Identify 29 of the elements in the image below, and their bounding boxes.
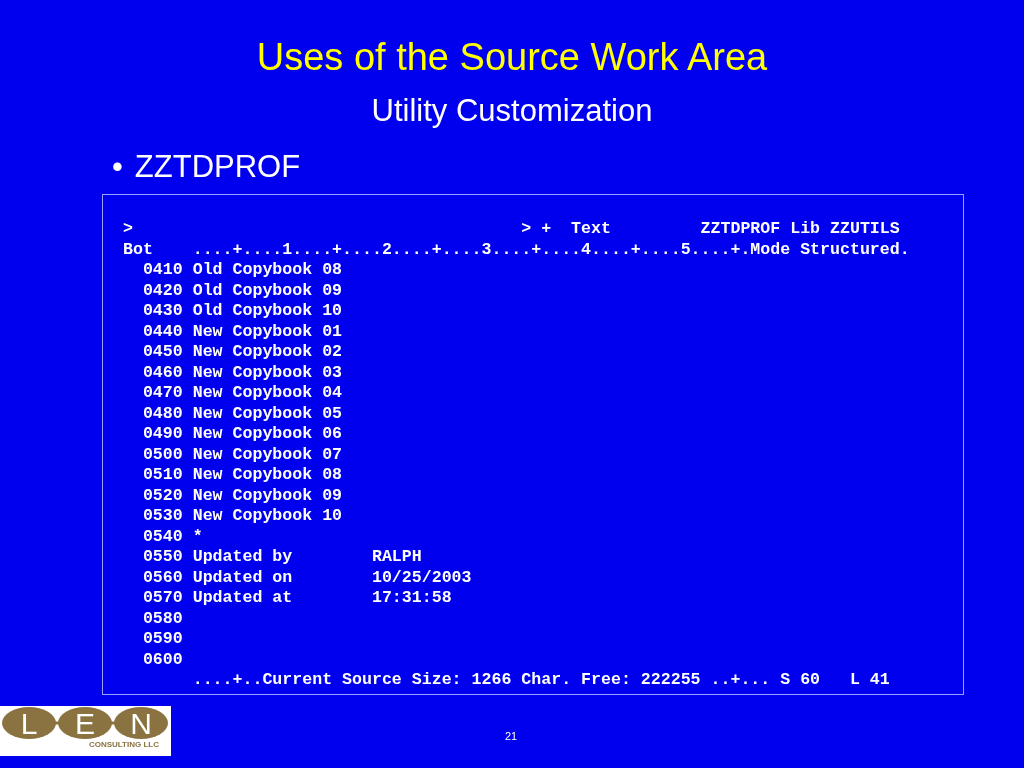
terminal-line: 0560 Updated on 10/25/2003 — [141, 567, 473, 588]
bullet-marker: • — [112, 148, 123, 186]
company-logo: L E N CONSULTING LLC — [0, 706, 171, 756]
terminal-line: 0580 — [141, 608, 184, 629]
terminal-line: 0460 New Copybook 03 — [141, 362, 344, 383]
terminal-line: 0570 Updated at 17:31:58 — [141, 588, 453, 609]
slide-title: Uses of the Source Work Area — [255, 35, 769, 80]
terminal-line: ....+..Current Source Size: 1266 Char. Free: 222255 ..+... S 60 L 41 — [191, 670, 891, 691]
terminal-line: 0510 New Copybook 08 — [141, 465, 344, 486]
terminal-line: 0540 * — [141, 526, 204, 547]
terminal-line: 0590 — [141, 629, 184, 650]
slide-subtitle: Utility Customization — [370, 92, 654, 130]
bullet-text: ZZTDPROF — [134, 148, 301, 186]
terminal-line: Bot ....+....1....+....2....+....3....+....4....+....5....+.Mode Structured. — [123, 239, 911, 260]
terminal-line: 0470 New Copybook 04 — [141, 383, 344, 404]
terminal-line: 0420 Old Copybook 09 — [141, 280, 344, 301]
terminal-line: 0520 New Copybook 09 — [141, 485, 344, 506]
terminal-line: 0450 New Copybook 02 — [141, 342, 344, 363]
page-number: 21 — [505, 730, 518, 742]
terminal-line: 0430 Old Copybook 10 — [141, 301, 344, 322]
terminal-line: 0480 New Copybook 05 — [141, 403, 344, 424]
terminal-line: 0530 New Copybook 10 — [141, 506, 344, 527]
terminal-line: 0440 New Copybook 01 — [141, 321, 344, 342]
terminal-line: 0490 New Copybook 06 — [141, 424, 344, 445]
terminal-line: 0600 — [141, 649, 184, 670]
terminal-line: 0550 Updated by RALPH — [141, 547, 423, 568]
terminal-line: > > + Text ZZTDPROF Lib ZZUTILS — [123, 219, 901, 240]
terminal-line: 0500 New Copybook 07 — [141, 444, 344, 465]
terminal-line: 0410 Old Copybook 08 — [141, 260, 344, 281]
